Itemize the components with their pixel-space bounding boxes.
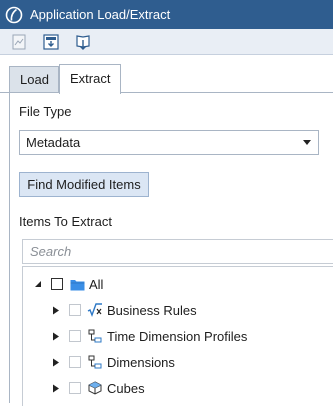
checkbox-time-dimension-profiles[interactable]	[69, 330, 81, 342]
find-modified-items-button[interactable]: Find Modified Items	[19, 172, 149, 197]
collapsed-arrow-icon[interactable]	[51, 331, 61, 341]
tree-row-cubes[interactable]: Cubes	[51, 375, 145, 401]
tree-label: All	[89, 276, 104, 292]
tree-label: Dimensions	[107, 354, 175, 370]
file-type-value: Metadata	[26, 135, 81, 150]
tree-row-all[interactable]: All	[33, 271, 103, 297]
toolbar	[0, 29, 333, 55]
search-placeholder: Search	[30, 244, 72, 259]
tree-label: Business Rules	[107, 302, 197, 318]
items-to-extract-label: Items To Extract	[19, 214, 112, 229]
app-logo-icon	[4, 5, 24, 25]
import-icon[interactable]	[10, 33, 28, 51]
tree-row-time-dimension-profiles[interactable]: Time Dimension Profiles	[51, 323, 247, 349]
tree-row-dimensions[interactable]: Dimensions	[51, 349, 175, 375]
checkbox-dimensions[interactable]	[69, 356, 81, 368]
tree-row-business-rules[interactable]: Business Rules	[51, 297, 197, 323]
checkbox-all[interactable]	[51, 278, 63, 290]
title-bar: Application Load/Extract	[0, 0, 333, 29]
expanded-arrow-icon[interactable]	[33, 279, 43, 289]
tab-strip: Load Extract	[0, 54, 333, 94]
file-type-select[interactable]: Metadata	[19, 130, 319, 155]
business-rules-icon	[87, 302, 103, 318]
window-title: Application Load/Extract	[30, 7, 171, 22]
cube-icon	[87, 380, 103, 396]
collapsed-arrow-icon[interactable]	[51, 305, 61, 315]
tab-divider	[0, 92, 333, 93]
hierarchy-icon	[87, 328, 103, 344]
items-tree: All Business Rules Time Dimension Profil…	[22, 266, 333, 406]
tab-load[interactable]: Load	[9, 66, 59, 92]
search-input[interactable]: Search	[22, 239, 333, 264]
collapsed-arrow-icon[interactable]	[51, 383, 61, 393]
extract-icon[interactable]	[74, 33, 92, 51]
chevron-down-icon[interactable]	[302, 138, 312, 148]
tree-label: Time Dimension Profiles	[107, 328, 248, 344]
file-type-label: File Type	[19, 104, 72, 119]
tree-label: Cubes	[107, 380, 145, 396]
tab-extract[interactable]: Extract	[59, 64, 121, 94]
collapsed-arrow-icon[interactable]	[51, 357, 61, 367]
load-icon[interactable]	[42, 33, 60, 51]
folder-icon	[69, 276, 85, 292]
checkbox-cubes[interactable]	[69, 382, 81, 394]
hierarchy-icon	[87, 354, 103, 370]
checkbox-business-rules[interactable]	[69, 304, 81, 316]
panel-border	[9, 93, 10, 403]
active-tab-gap	[60, 92, 120, 94]
